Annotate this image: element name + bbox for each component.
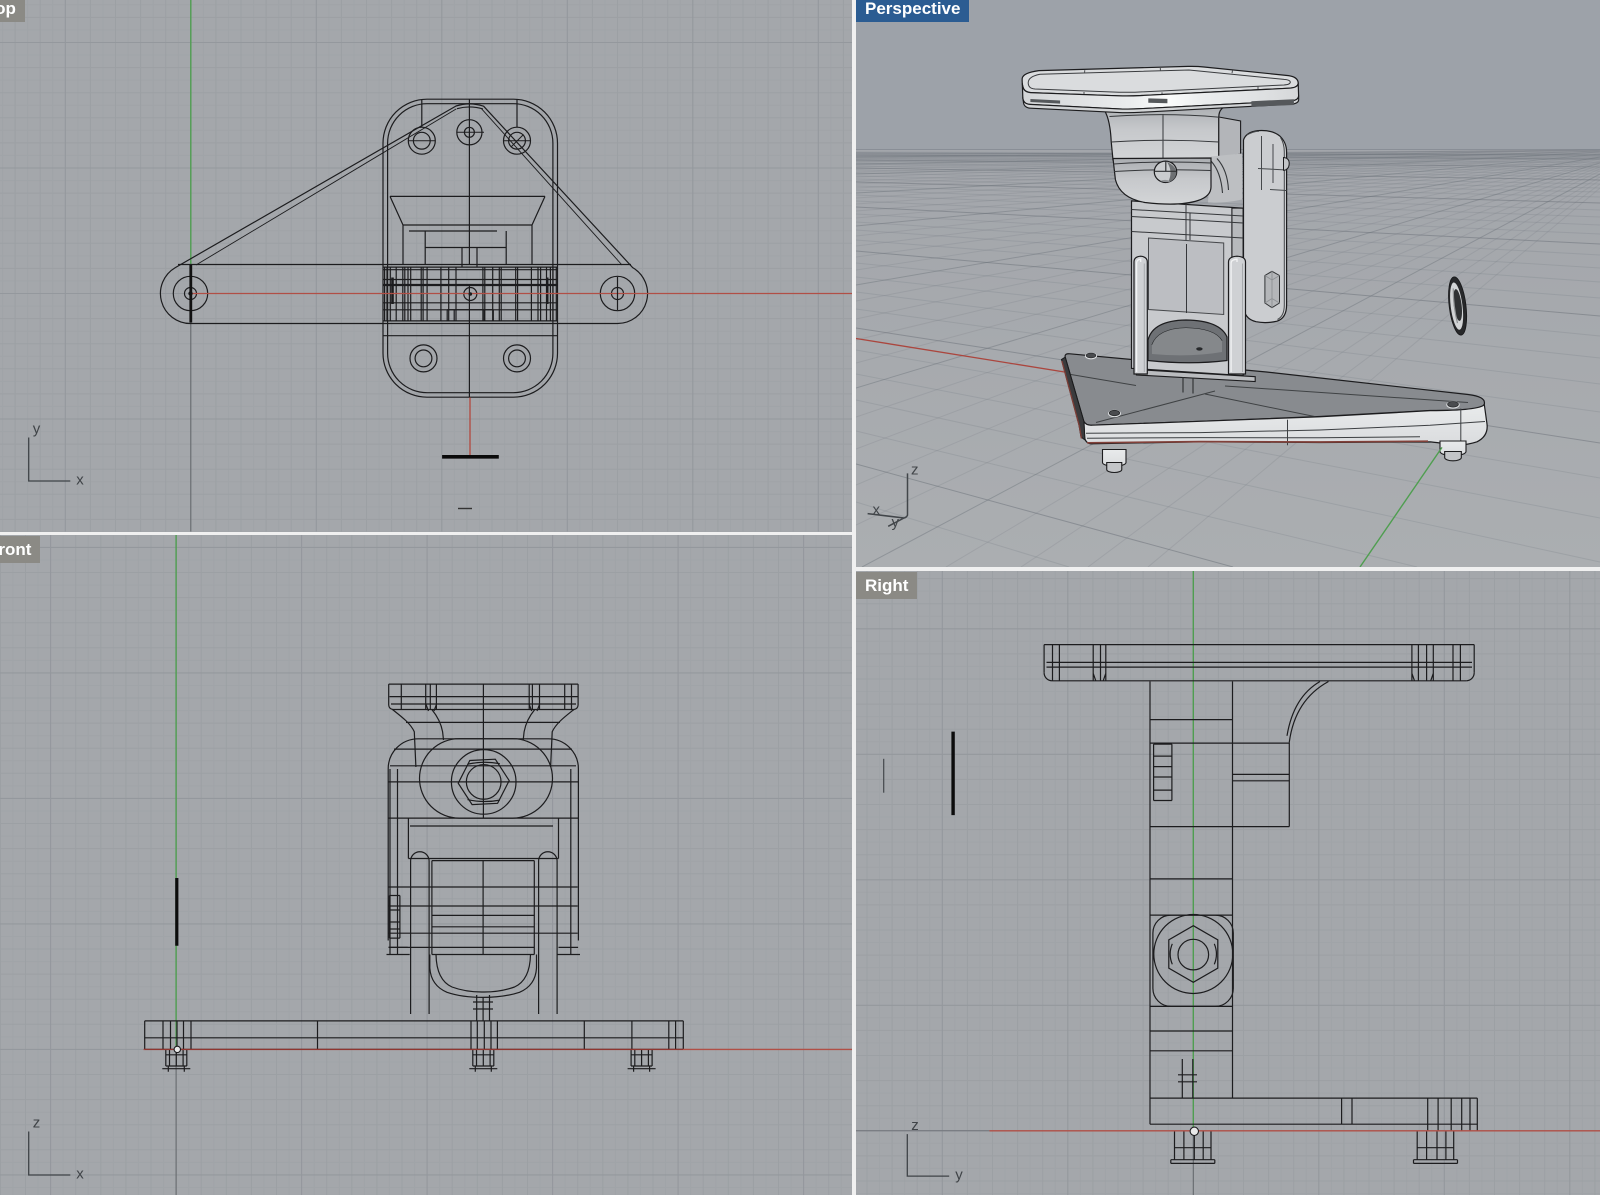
svg-text:y: y <box>955 1167 963 1184</box>
svg-text:y: y <box>33 421 41 438</box>
svg-text:x: x <box>873 502 881 519</box>
svg-text:z: z <box>911 462 919 479</box>
svg-text:x: x <box>76 472 84 489</box>
svg-text:z: z <box>33 1115 41 1132</box>
svg-text:z: z <box>911 1117 919 1134</box>
svg-text:y: y <box>892 514 900 531</box>
svg-text:x: x <box>76 1166 84 1183</box>
